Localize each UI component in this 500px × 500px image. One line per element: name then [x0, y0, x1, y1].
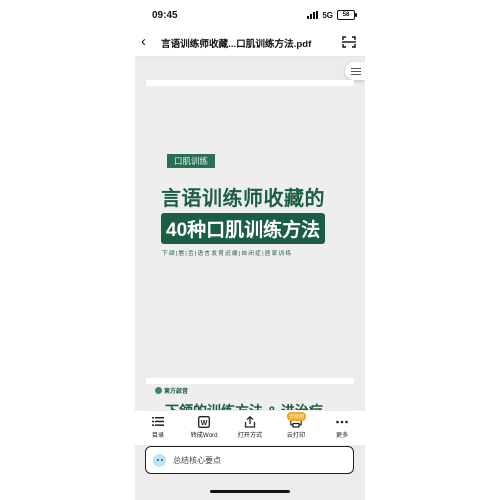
brand-name: 東方啟音: [164, 389, 189, 395]
list-icon: [152, 415, 164, 428]
use-now-badge: 去使用: [287, 412, 307, 421]
phone-screen: 09:45 5G 58 ‹ 言语训练师收藏...口肌训练方法.pdf 口肌训练 …: [135, 0, 365, 500]
bottom-toolbar: 目录 W 转成Word 打开方式 去使用 云打印 更多: [135, 410, 365, 445]
document-title: 言语训练师收藏...口肌训练方法.pdf: [161, 39, 312, 50]
toolbar-more[interactable]: 更多: [319, 411, 365, 445]
cover-subtitle: 下颌|唇|舌|语言发育迟缓|自闭症|居家训练: [162, 251, 293, 257]
summary-prompt-bar[interactable]: 总结核心要点: [145, 446, 354, 474]
toolbar-label: 云打印: [286, 432, 306, 439]
toolbar-label: 打开方式: [237, 432, 263, 439]
toolbar-label: 更多: [335, 432, 349, 439]
chevron-left-icon[interactable]: ‹: [141, 34, 146, 50]
summary-prompt-text: 总结核心要点: [173, 455, 221, 465]
ai-assistant-icon: [153, 453, 166, 467]
signal-icon: [307, 11, 319, 19]
top-nav: ‹ 言语训练师收藏...口肌训练方法.pdf: [135, 30, 365, 57]
brand-logo-icon: [155, 387, 162, 394]
toolbar-label: 目录: [151, 432, 165, 439]
status-bar: 09:45 5G 58: [135, 0, 365, 30]
menu-float-button[interactable]: [345, 62, 365, 80]
cover-headline: 言语训练师收藏的: [161, 188, 325, 210]
share-icon: [244, 415, 256, 428]
page2-brand: 東方啟音: [155, 386, 188, 395]
status-time: 09:45: [152, 10, 178, 21]
cover-tag: 口肌训练: [167, 154, 216, 168]
word-icon: W: [198, 415, 210, 428]
battery-icon: 58: [337, 10, 357, 20]
home-indicator[interactable]: [210, 490, 290, 493]
scan-icon[interactable]: [342, 36, 356, 48]
toolbar-convert-word[interactable]: W 转成Word: [181, 411, 227, 445]
toolbar-contents[interactable]: 目录: [135, 411, 181, 445]
more-icon: [336, 415, 348, 428]
toolbar-label: 转成Word: [190, 432, 218, 439]
svg-text:W: W: [201, 420, 208, 427]
toolbar-open-with[interactable]: 打开方式: [227, 411, 273, 445]
toolbar-cloud-print[interactable]: 去使用 云打印: [273, 411, 319, 445]
network-label: 5G: [322, 10, 333, 20]
cover-subhead: 40种口肌训练方法: [161, 213, 326, 244]
status-icons: 5G 58: [307, 10, 357, 20]
